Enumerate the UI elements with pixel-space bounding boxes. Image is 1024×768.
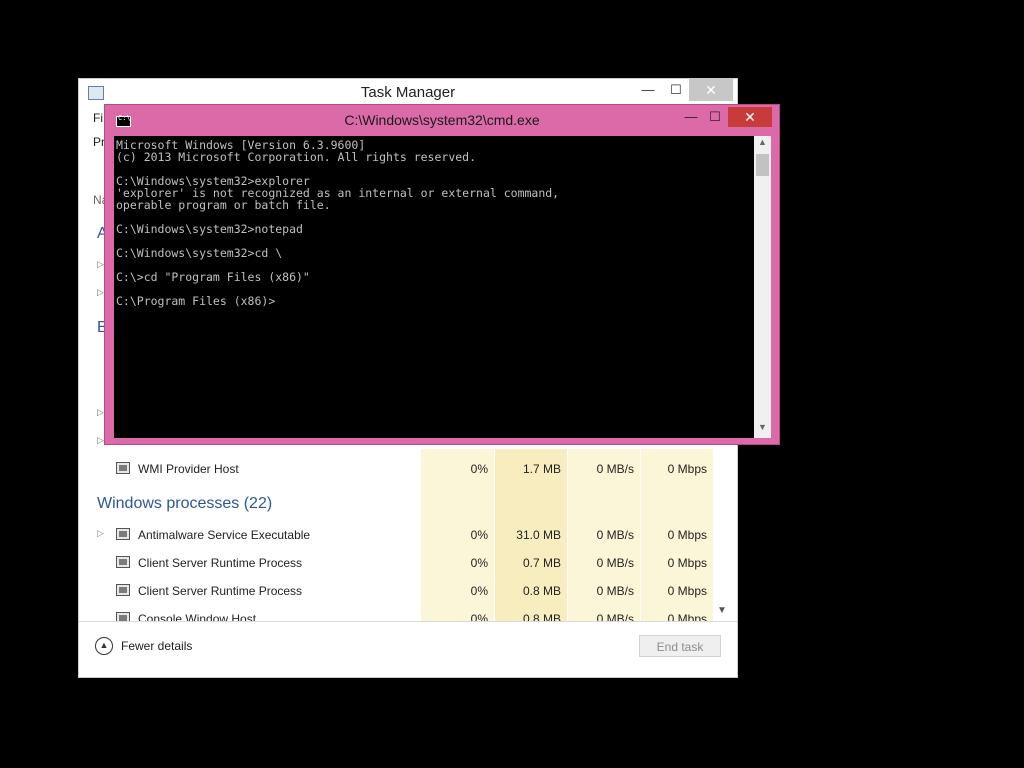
process-row[interactable]: Client Server Runtime Process 0% 0.7 MB … bbox=[79, 549, 713, 577]
network-value: 0 Mbps bbox=[667, 612, 707, 621]
console-scrollbar[interactable]: ▲ ▼ bbox=[754, 136, 771, 438]
fewer-details-link[interactable]: Fewer details bbox=[121, 639, 192, 653]
console-line: (c) 2013 Microsoft Corporation. All righ… bbox=[116, 150, 477, 164]
network-value: 0 Mbps bbox=[667, 556, 707, 570]
process-icon bbox=[116, 612, 130, 621]
memory-value: 0.8 MB bbox=[522, 612, 561, 621]
expand-chevron-icon[interactable]: ▷ bbox=[97, 259, 104, 270]
expand-chevron-icon[interactable]: ▷ bbox=[97, 528, 104, 539]
disk-value: 0 MB/s bbox=[596, 528, 634, 542]
process-name: Antimalware Service Executable bbox=[138, 528, 311, 542]
minimize-button[interactable]: — bbox=[635, 79, 661, 101]
disk-value: 0 MB/s bbox=[596, 584, 634, 598]
scroll-down-icon[interactable]: ▼ bbox=[717, 605, 727, 616]
cpu-value: 0% bbox=[470, 612, 488, 621]
network-value: 0 Mbps bbox=[667, 584, 707, 598]
process-name: Client Server Runtime Process bbox=[138, 584, 303, 598]
cmd-close-button[interactable]: ✕ bbox=[728, 107, 772, 127]
disk-value: 0 MB/s bbox=[596, 556, 634, 570]
cpu-value: 0% bbox=[470, 528, 488, 542]
scrollbar-thumb[interactable] bbox=[756, 154, 769, 176]
process-row[interactable]: Client Server Runtime Process 0% 0.8 MB … bbox=[79, 577, 713, 605]
process-icon bbox=[116, 462, 130, 474]
network-value: 0 Mbps bbox=[667, 528, 707, 542]
cpu-value: 0% bbox=[470, 584, 488, 598]
expand-chevron-icon[interactable]: ▷ bbox=[97, 407, 104, 418]
memory-value: 1.7 MB bbox=[522, 462, 561, 476]
close-button[interactable]: ✕ bbox=[689, 79, 733, 101]
cmd-minimize-button[interactable]: — bbox=[680, 107, 702, 127]
end-task-button[interactable]: End task bbox=[639, 635, 721, 657]
maximize-button[interactable]: ☐ bbox=[663, 79, 689, 101]
process-icon bbox=[116, 584, 130, 596]
process-list-scrollbar[interactable]: ▼ bbox=[715, 449, 729, 621]
process-icon bbox=[116, 528, 130, 540]
cpu-value: 0% bbox=[470, 462, 488, 476]
process-row[interactable]: WMI Provider Host 0% 1.7 MB 0 MB/s 0 Mbp… bbox=[79, 455, 713, 483]
cmd-maximize-button[interactable]: ☐ bbox=[704, 107, 726, 127]
windows-processes-group-header: Windows processes (22) bbox=[97, 495, 273, 512]
memory-value: 0.8 MB bbox=[522, 584, 561, 598]
menu-file-partial[interactable]: Fi bbox=[93, 111, 103, 125]
expand-chevron-icon[interactable]: ▷ bbox=[97, 287, 104, 298]
process-name: Console Window Host bbox=[138, 612, 257, 621]
console-line: C:\Windows\system32>notepad bbox=[116, 222, 303, 236]
memory-value: 31.0 MB bbox=[516, 528, 561, 542]
process-row[interactable]: Console Window Host 0% 0.8 MB 0 MB/s 0 M… bbox=[79, 605, 713, 621]
process-icon bbox=[116, 556, 130, 568]
chevron-up-circle-icon[interactable]: ▲ bbox=[95, 637, 113, 655]
process-name: Client Server Runtime Process bbox=[138, 556, 303, 570]
process-name: WMI Provider Host bbox=[138, 462, 239, 476]
footer-divider bbox=[79, 621, 737, 622]
cmd-title: C:\Windows\system32\cmd.exe bbox=[344, 112, 540, 128]
disk-value: 0 MB/s bbox=[596, 462, 634, 476]
console-line: operable program or batch file. bbox=[116, 198, 331, 212]
task-manager-titlebar[interactable]: Task Manager — ☐ ✕ bbox=[79, 79, 737, 107]
console-text: Microsoft Windows [Version 6.3.9600] (c)… bbox=[114, 136, 754, 307]
console-line: C:\Windows\system32>cd \ bbox=[116, 246, 283, 260]
scroll-up-icon[interactable]: ▲ bbox=[758, 137, 767, 147]
console-output-area[interactable]: Microsoft Windows [Version 6.3.9600] (c)… bbox=[114, 136, 754, 438]
cpu-value: 0% bbox=[470, 556, 488, 570]
process-row[interactable]: ▷ Antimalware Service Executable 0% 31.0… bbox=[79, 521, 713, 549]
disk-value: 0 MB/s bbox=[596, 612, 634, 621]
expand-chevron-icon[interactable]: ▷ bbox=[97, 435, 104, 446]
console-line: C:\>cd "Program Files (x86)" bbox=[116, 270, 310, 284]
memory-value: 0.7 MB bbox=[522, 556, 561, 570]
cmd-window[interactable]: C:\Windows\system32\cmd.exe — ☐ ✕ Micros… bbox=[104, 104, 780, 445]
console-line: C:\Program Files (x86)> bbox=[116, 294, 276, 308]
network-value: 0 Mbps bbox=[667, 462, 707, 476]
scroll-down-icon[interactable]: ▼ bbox=[758, 422, 767, 432]
